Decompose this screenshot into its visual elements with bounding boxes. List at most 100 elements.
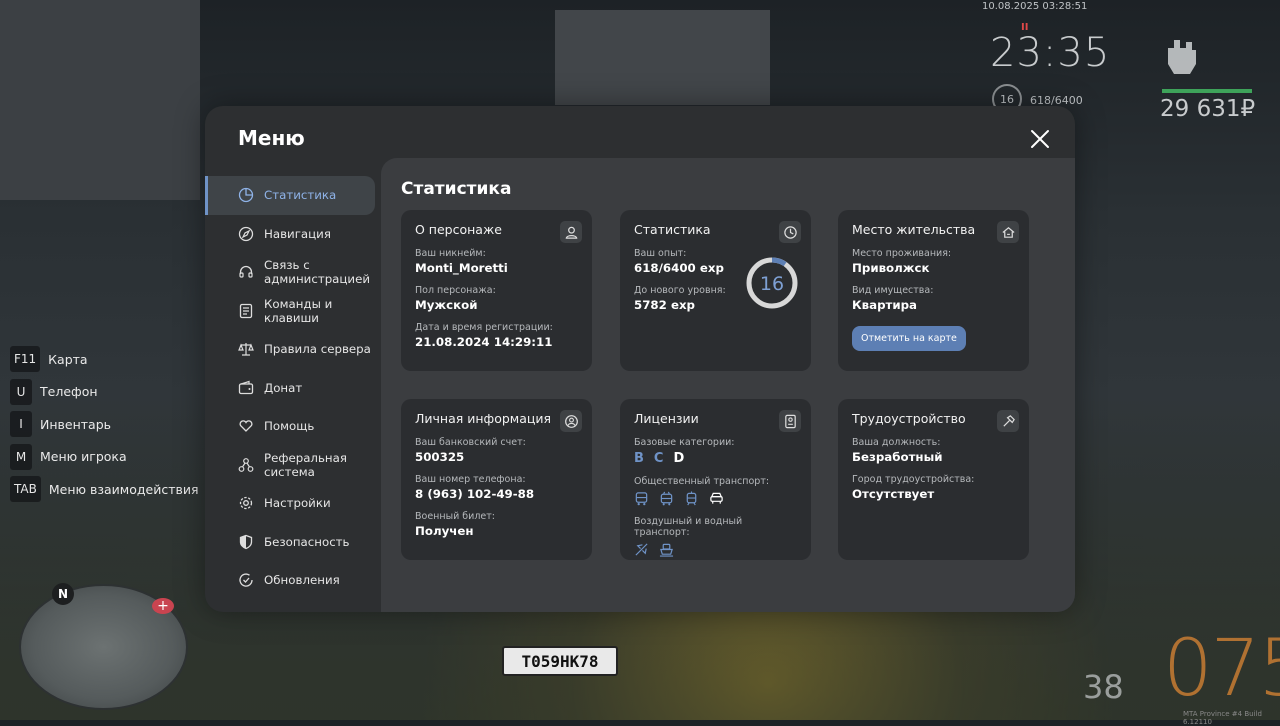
card-statistics: Статистика Ваш опыт: 618/6400 exp До нов… bbox=[620, 210, 811, 371]
sidebar-item-commands[interactable]: Команды и клавиши bbox=[205, 292, 381, 331]
card-icon-button[interactable] bbox=[779, 410, 801, 432]
military-id-label: Военный билет: bbox=[415, 511, 495, 522]
gear-icon bbox=[239, 497, 253, 510]
content-title: Статистика bbox=[401, 179, 512, 199]
card-title: Место жительства bbox=[852, 222, 976, 237]
hotkey-list: F11 Карта U Телефон I Инвентарь M Меню игрок… bbox=[10, 346, 198, 509]
hotkey-key: I bbox=[10, 411, 32, 437]
gender-value: Мужской bbox=[415, 298, 478, 312]
minimap-north-icon: N bbox=[52, 583, 74, 605]
sidebar-item-donate[interactable]: Донат bbox=[205, 369, 381, 408]
hotkey-label: Карта bbox=[48, 351, 88, 367]
nickname-value: Monti_Moretti bbox=[415, 261, 508, 275]
pie-chart-icon bbox=[238, 188, 254, 203]
fist-icon bbox=[1168, 40, 1196, 74]
scales-icon bbox=[238, 343, 254, 356]
card-icon-button[interactable] bbox=[560, 221, 582, 243]
sidebar-item-label: Безопасность bbox=[264, 534, 350, 549]
bank-account-value: 500325 bbox=[415, 450, 465, 464]
sidebar-item-label: Команды и клавиши bbox=[264, 296, 333, 325]
license-category-c: C bbox=[653, 451, 664, 466]
hotkey-interaction-menu[interactable]: TAB Меню взаимодействия bbox=[10, 476, 198, 502]
clock-icon bbox=[783, 225, 797, 239]
nickname-label: Ваш никнейм: bbox=[415, 248, 486, 259]
card-icon-button[interactable] bbox=[997, 410, 1019, 432]
public-transport-icons bbox=[634, 491, 797, 506]
menu-window: Меню Статистика Навигация Связь с админи… bbox=[205, 106, 1075, 612]
card-icon-button[interactable] bbox=[560, 410, 582, 432]
sidebar-item-label: Донат bbox=[264, 380, 303, 395]
card-employment: Трудоустройство Ваша должность: Безработ… bbox=[838, 399, 1029, 560]
license-category-d: D bbox=[673, 451, 685, 466]
trolleybus-icon bbox=[660, 491, 673, 506]
plane-icon bbox=[635, 543, 648, 556]
list-icon bbox=[239, 303, 253, 318]
hotkey-label: Меню игрока bbox=[40, 449, 127, 464]
minimap-plus-icon: + bbox=[152, 598, 174, 614]
menu-sidebar: Статистика Навигация Связь с администрац… bbox=[205, 176, 381, 600]
wallet-icon bbox=[238, 380, 254, 394]
boat-icon bbox=[659, 543, 674, 557]
sidebar-item-referral[interactable]: Реферальная система bbox=[205, 446, 381, 485]
basic-categories-label: Базовые категории: bbox=[634, 437, 735, 448]
user-icon bbox=[565, 226, 577, 239]
license-category-b: B bbox=[634, 451, 644, 466]
shield-icon bbox=[239, 534, 253, 549]
heart-hands-icon bbox=[239, 420, 253, 433]
sidebar-item-settings[interactable]: Настройки bbox=[205, 484, 381, 523]
hotkey-phone[interactable]: U Телефон bbox=[10, 378, 198, 405]
sidebar-item-security[interactable]: Безопасность bbox=[205, 523, 381, 562]
hud-fuel: 38 bbox=[1083, 668, 1124, 706]
home-icon bbox=[1001, 226, 1015, 238]
sidebar-item-label: Навигация bbox=[264, 226, 331, 241]
hud-speed: 075 bbox=[1163, 624, 1280, 714]
hotkey-label: Меню взаимодействия bbox=[48, 481, 199, 497]
phone-value: 8 (963) 102-49-88 bbox=[415, 487, 535, 501]
bus-icon bbox=[635, 492, 648, 506]
registration-label: Дата и время регистрации: bbox=[415, 322, 553, 333]
hotkey-key: M bbox=[10, 443, 32, 470]
id-card-icon bbox=[784, 414, 796, 428]
air-water-transport-label: Воздушный и водный транспорт: bbox=[634, 516, 743, 538]
user-circle-icon bbox=[564, 414, 578, 428]
sidebar-item-label: Обновления bbox=[264, 573, 340, 588]
headset-icon bbox=[239, 266, 253, 278]
sidebar-item-label: Реферальная система bbox=[264, 450, 347, 479]
sidebar-item-navigation[interactable]: Навигация bbox=[205, 215, 381, 254]
sidebar-item-help[interactable]: Помощь bbox=[205, 407, 381, 446]
hotkey-key: U bbox=[10, 378, 32, 405]
background-building bbox=[0, 0, 200, 200]
sidebar-item-updates[interactable]: Обновления bbox=[205, 561, 381, 600]
hotkey-label: Телефон bbox=[40, 384, 98, 399]
hotkey-player-menu[interactable]: M Меню игрока bbox=[10, 443, 198, 470]
card-icon-button[interactable] bbox=[779, 221, 801, 243]
close-icon[interactable] bbox=[1029, 128, 1051, 150]
hotkey-map[interactable]: F11 Карта bbox=[10, 346, 198, 372]
card-title: Личная информация bbox=[415, 411, 552, 426]
hotkey-inventory[interactable]: I Инвентарь bbox=[10, 411, 198, 437]
card-icon-button[interactable] bbox=[997, 221, 1019, 243]
sidebar-item-admin-contact[interactable]: Связь с администрацией bbox=[205, 253, 381, 292]
card-title: Лицензии bbox=[634, 411, 699, 426]
tram-icon bbox=[686, 491, 697, 506]
background-building bbox=[555, 10, 770, 105]
level-ring-value: 16 bbox=[760, 273, 784, 295]
sidebar-item-statistics[interactable]: Статистика bbox=[205, 176, 375, 215]
card-title: О персонаже bbox=[415, 222, 502, 237]
residence-place-value: Приволжск bbox=[852, 261, 930, 275]
hotkey-label: Инвентарь bbox=[40, 416, 111, 432]
sidebar-item-rules[interactable]: Правила сервера bbox=[205, 330, 381, 369]
hud-money-bar bbox=[1162, 89, 1252, 93]
card-licenses: Лицензии Базовые категории: B C D Общест… bbox=[620, 399, 811, 560]
mark-on-map-button[interactable]: Отметить на карте bbox=[852, 326, 966, 351]
menu-title: Меню bbox=[238, 126, 305, 150]
employment-city-label: Город трудоустройства: bbox=[852, 474, 975, 485]
residence-place-label: Место проживания: bbox=[852, 248, 952, 259]
hotkey-key: F11 bbox=[10, 346, 41, 372]
license-categories: B C D bbox=[634, 451, 797, 466]
sidebar-item-label: Статистика bbox=[264, 188, 337, 203]
position-label: Ваша должность: bbox=[852, 437, 941, 448]
sidebar-item-label: Настройки bbox=[264, 496, 331, 511]
sidebar-item-label: Правила сервера bbox=[264, 342, 371, 357]
air-water-transport-icons bbox=[634, 542, 797, 557]
